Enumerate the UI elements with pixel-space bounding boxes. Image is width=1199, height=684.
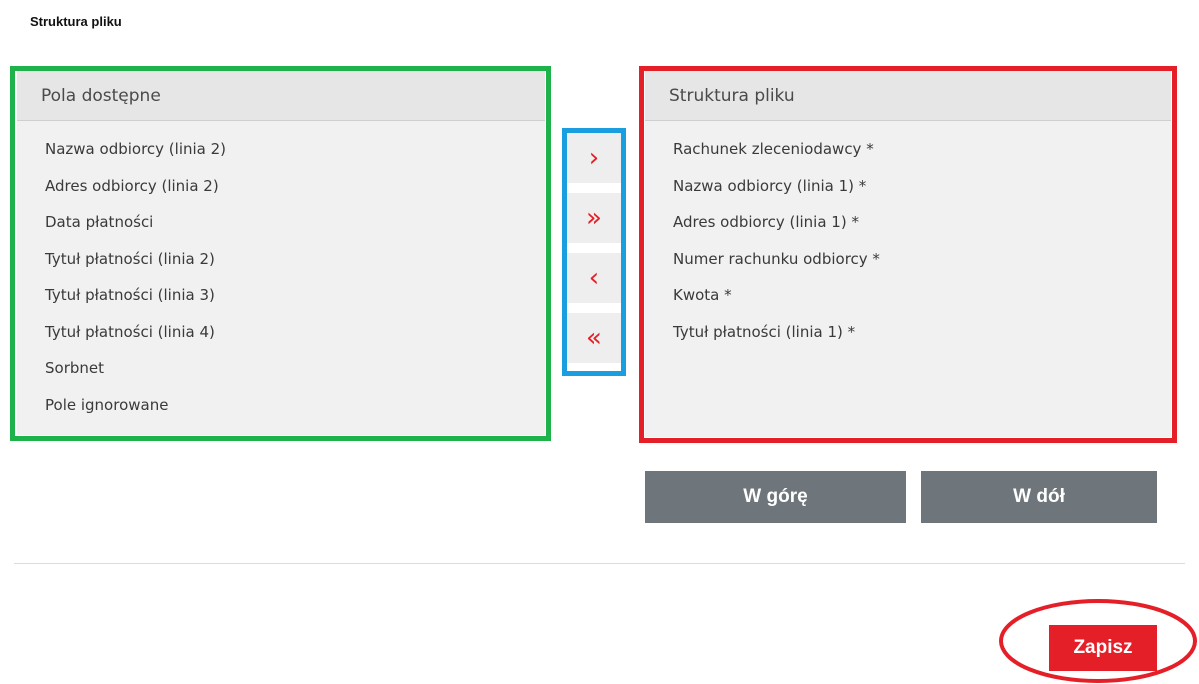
double-chevron-right-icon: » (586, 203, 602, 233)
available-fields-panel: Pola dostępne Nazwa odbiorcy (linia 2) A… (17, 71, 545, 435)
divider (14, 563, 1185, 564)
double-chevron-left-icon: « (586, 323, 602, 353)
transfer-buttons: › » ‹ « (567, 133, 621, 373)
list-item[interactable]: Nazwa odbiorcy (linia 2) (17, 131, 545, 168)
file-structure-header: Struktura pliku (645, 71, 1171, 121)
list-item[interactable]: Adres odbiorcy (linia 2) (17, 168, 545, 205)
list-item[interactable]: Pole ignorowane (17, 387, 545, 424)
move-up-button[interactable]: W górę (645, 471, 906, 523)
move-all-left-button[interactable]: « (567, 313, 621, 363)
move-down-button[interactable]: W dół (921, 471, 1157, 523)
chevron-left-icon: ‹ (588, 263, 600, 293)
list-item[interactable]: Tytuł płatności (linia 4) (17, 314, 545, 351)
list-item[interactable]: Numer rachunku odbiorcy * (645, 241, 1171, 278)
list-item[interactable]: Data płatności (17, 204, 545, 241)
list-item[interactable]: Adres odbiorcy (linia 1) * (645, 204, 1171, 241)
list-item[interactable]: Kwota * (645, 277, 1171, 314)
available-fields-header: Pola dostępne (17, 71, 545, 121)
page-title: Struktura pliku (30, 14, 122, 29)
available-fields-list: Nazwa odbiorcy (linia 2) Adres odbiorcy … (17, 121, 545, 423)
file-structure-list: Rachunek zleceniodawcy * Nazwa odbiorcy … (645, 121, 1171, 350)
file-structure-panel: Struktura pliku Rachunek zleceniodawcy *… (645, 71, 1171, 437)
save-button[interactable]: Zapisz (1049, 625, 1157, 671)
list-item[interactable]: Tytuł płatności (linia 2) (17, 241, 545, 278)
list-item[interactable]: Tytuł płatności (linia 1) * (645, 314, 1171, 351)
list-item[interactable]: Tytuł płatności (linia 3) (17, 277, 545, 314)
list-item[interactable]: Rachunek zleceniodawcy * (645, 131, 1171, 168)
move-left-button[interactable]: ‹ (567, 253, 621, 303)
move-all-right-button[interactable]: » (567, 193, 621, 243)
move-right-button[interactable]: › (567, 133, 621, 183)
chevron-right-icon: › (588, 143, 600, 173)
list-item[interactable]: Nazwa odbiorcy (linia 1) * (645, 168, 1171, 205)
list-item[interactable]: Sorbnet (17, 350, 545, 387)
